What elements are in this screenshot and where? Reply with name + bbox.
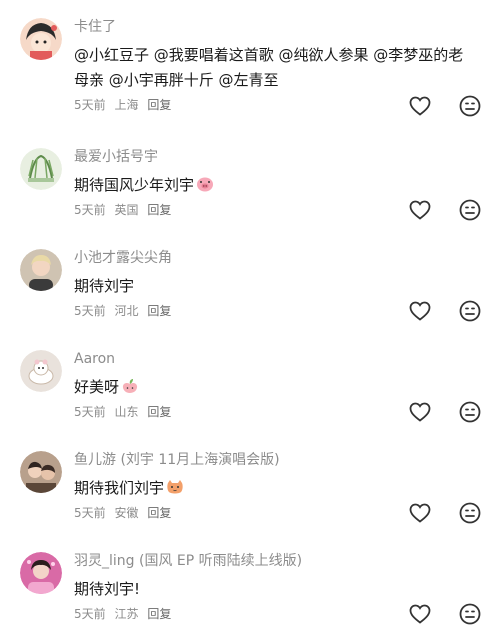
location: 江苏 xyxy=(114,607,139,621)
username[interactable]: 羽灵_ling (国风 EP 听雨陆续上线版) xyxy=(74,552,302,570)
reply-button[interactable]: 回复 xyxy=(147,607,171,621)
comment-meta: 5天前 上海 回复 xyxy=(74,97,176,113)
comment-meta: 5天前 江苏 回复 xyxy=(74,606,176,622)
smiley-outline-icon[interactable] xyxy=(458,94,482,118)
smiley-outline-icon[interactable] xyxy=(458,602,482,626)
peach-emoji xyxy=(121,378,139,394)
username[interactable]: 卡住了 xyxy=(74,18,116,36)
username[interactable]: 小池才露尖尖角 xyxy=(74,249,172,267)
cat-face-emoji xyxy=(166,479,184,495)
username[interactable]: Aaron xyxy=(74,350,115,368)
comment-item: 最爱小括号宇 期待国风少年刘宇 5天前 英国 回复 xyxy=(0,148,500,228)
heart-outline-icon[interactable] xyxy=(408,299,432,323)
avatar[interactable] xyxy=(20,350,62,392)
timestamp: 5天前 xyxy=(74,98,106,112)
comment-text: 期待我们刘宇 xyxy=(74,476,474,501)
comment-meta: 5天前 山东 回复 xyxy=(74,404,176,420)
comment-item: 卡住了 @小红豆子 @我要唱着这首歌 @纯欲人参果 @李梦巫的老母亲 @小宇再胖… xyxy=(0,18,500,128)
comment-item: 鱼儿游 (刘宇 11月上海演唱会版) 期待我们刘宇 5天前 安徽 回复 xyxy=(0,451,500,531)
reply-button[interactable]: 回复 xyxy=(147,405,171,419)
timestamp: 5天前 xyxy=(74,405,106,419)
comment-meta: 5天前 安徽 回复 xyxy=(74,505,176,521)
comment-text-body: 期待我们刘宇 xyxy=(74,479,165,497)
avatar[interactable] xyxy=(20,552,62,594)
heart-outline-icon[interactable] xyxy=(408,400,432,424)
heart-outline-icon[interactable] xyxy=(408,602,432,626)
comment-text: 期待国风少年刘宇 xyxy=(74,173,474,198)
smiley-outline-icon[interactable] xyxy=(458,198,482,222)
reply-button[interactable]: 回复 xyxy=(147,304,171,318)
location: 上海 xyxy=(114,98,139,112)
heart-outline-icon[interactable] xyxy=(408,94,432,118)
timestamp: 5天前 xyxy=(74,304,106,318)
comment-item: 小池才露尖尖角 期待刘宇 5天前 河北 回复 xyxy=(0,249,500,329)
comment-text: 期待刘宇 xyxy=(74,277,135,295)
smiley-outline-icon[interactable] xyxy=(458,400,482,424)
comment-text: 好美呀 xyxy=(74,375,474,400)
location: 河北 xyxy=(114,304,139,318)
location: 英国 xyxy=(114,203,139,217)
avatar[interactable] xyxy=(20,249,62,291)
avatar[interactable] xyxy=(20,18,62,60)
reply-button[interactable]: 回复 xyxy=(147,506,171,520)
heart-outline-icon[interactable] xyxy=(408,198,432,222)
comment-text: @小红豆子 @我要唱着这首歌 @纯欲人参果 @李梦巫的老母亲 @小宇再胖十斤 @… xyxy=(74,46,464,89)
reply-button[interactable]: 回复 xyxy=(147,98,171,112)
timestamp: 5天前 xyxy=(74,203,106,217)
comment-meta: 5天前 英国 回复 xyxy=(74,202,176,218)
username[interactable]: 最爱小括号宇 xyxy=(74,148,158,166)
heart-outline-icon[interactable] xyxy=(408,501,432,525)
avatar[interactable] xyxy=(20,451,62,493)
timestamp: 5天前 xyxy=(74,506,106,520)
comment-text-body: 期待国风少年刘宇 xyxy=(74,176,195,194)
pig-face-emoji xyxy=(196,176,214,192)
comment-text-body: 好美呀 xyxy=(74,378,120,396)
username[interactable]: 鱼儿游 (刘宇 11月上海演唱会版) xyxy=(74,451,280,469)
comment-item: Aaron 好美呀 5天前 山东 回复 xyxy=(0,350,500,430)
avatar[interactable] xyxy=(20,148,62,190)
location: 安徽 xyxy=(114,506,139,520)
smiley-outline-icon[interactable] xyxy=(458,299,482,323)
comment-meta: 5天前 河北 回复 xyxy=(74,303,176,319)
smiley-outline-icon[interactable] xyxy=(458,501,482,525)
location: 山东 xyxy=(114,405,139,419)
comment-text: 期待刘宇! xyxy=(74,580,141,598)
timestamp: 5天前 xyxy=(74,607,106,621)
reply-button[interactable]: 回复 xyxy=(147,203,171,217)
comment-item: 羽灵_ling (国风 EP 听雨陆续上线版) 期待刘宇! 5天前 江苏 回复 xyxy=(0,552,500,632)
